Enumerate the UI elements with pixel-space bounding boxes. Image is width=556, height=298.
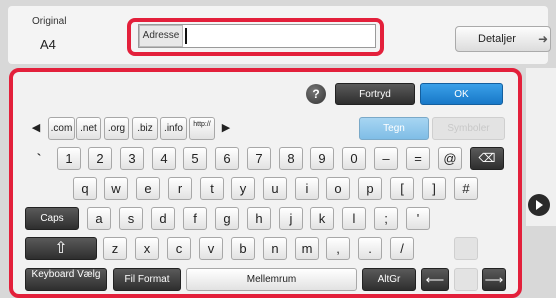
tab-symboler[interactable]: Symboler [432, 117, 505, 140]
key-domain-biz[interactable]: .biz [132, 117, 158, 140]
key-u[interactable]: u [263, 177, 287, 200]
cursor-up-key [454, 237, 478, 260]
file-format-button[interactable]: Fil Format [113, 268, 181, 291]
key-domain-info[interactable]: .info [160, 117, 187, 140]
key-i[interactable]: i [295, 177, 319, 200]
key-domain-net[interactable]: .net [76, 117, 101, 140]
key-1[interactable]: 1 [57, 147, 81, 170]
key-t[interactable]: t [200, 177, 224, 200]
scroll-left-icon[interactable]: ◀ [28, 118, 44, 141]
key-5[interactable]: 5 [183, 147, 207, 170]
shift-icon[interactable]: ⇧ [25, 237, 97, 260]
key-f[interactable]: f [183, 207, 207, 230]
key-g[interactable]: g [215, 207, 239, 230]
key-backtick[interactable]: ` [30, 148, 48, 171]
cursor-down-key [454, 268, 478, 291]
undo-button[interactable]: Fortryd [335, 83, 415, 105]
key-n[interactable]: n [263, 237, 287, 260]
key-c[interactable]: c [167, 237, 191, 260]
key-minus[interactable]: – [374, 147, 398, 170]
details-button[interactable]: Detaljer ➜ [455, 26, 551, 52]
scroll-right-icon[interactable]: ▶ [218, 118, 234, 141]
key-0[interactable]: 0 [342, 147, 366, 170]
key-6[interactable]: 6 [215, 147, 239, 170]
key-apostrophe[interactable]: ' [406, 207, 430, 230]
cursor-left-icon[interactable]: ⟵ [421, 268, 449, 291]
key-r[interactable]: r [168, 177, 192, 200]
key-at[interactable]: @ [438, 147, 462, 170]
key-p[interactable]: p [358, 177, 382, 200]
original-value[interactable]: A4 [40, 37, 56, 52]
key-k[interactable]: k [310, 207, 334, 230]
help-icon[interactable]: ? [306, 84, 326, 104]
key-d[interactable]: d [151, 207, 175, 230]
key-e[interactable]: e [136, 177, 160, 200]
key-2[interactable]: 2 [88, 147, 112, 170]
keyboard-select-button[interactable]: Keyboard Vælg [25, 268, 107, 291]
key-equals[interactable]: = [406, 147, 430, 170]
ok-button[interactable]: OK [420, 83, 503, 105]
right-side-panel-lower [526, 226, 556, 298]
key-domain-com[interactable]: .com [48, 117, 75, 140]
key-4[interactable]: 4 [152, 147, 176, 170]
backspace-icon[interactable]: ⌫ [470, 147, 504, 170]
arrow-right-icon: ➜ [538, 32, 549, 46]
next-page-icon[interactable] [528, 194, 550, 216]
key-o[interactable]: o [326, 177, 350, 200]
key-h[interactable]: h [247, 207, 271, 230]
altgr-button[interactable]: AltGr [362, 268, 416, 291]
details-label: Detaljer [478, 33, 516, 45]
address-highlight [127, 18, 384, 56]
key-domain-org[interactable]: .org [104, 117, 129, 140]
caps-button[interactable]: Caps [25, 207, 79, 230]
key-7[interactable]: 7 [247, 147, 271, 170]
key-j[interactable]: j [279, 207, 303, 230]
space-key[interactable]: Mellemrum [186, 268, 357, 291]
cursor-right-icon[interactable]: ⟶ [482, 268, 506, 291]
key-left-bracket[interactable]: [ [390, 177, 414, 200]
key-v[interactable]: v [199, 237, 223, 260]
key-q[interactable]: q [73, 177, 97, 200]
key-domain-http[interactable]: http:// [189, 117, 215, 140]
key-m[interactable]: m [295, 237, 319, 260]
key-b[interactable]: b [231, 237, 255, 260]
key-comma[interactable]: , [326, 237, 350, 260]
key-hash[interactable]: # [454, 177, 478, 200]
original-label: Original [32, 16, 67, 27]
key-period[interactable]: . [358, 237, 382, 260]
key-slash[interactable]: / [390, 237, 414, 260]
key-3[interactable]: 3 [120, 147, 144, 170]
key-l[interactable]: l [342, 207, 366, 230]
key-8[interactable]: 8 [279, 147, 303, 170]
key-y[interactable]: y [231, 177, 255, 200]
key-z[interactable]: z [103, 237, 127, 260]
key-w[interactable]: w [104, 177, 128, 200]
key-9[interactable]: 9 [310, 147, 334, 170]
key-a[interactable]: a [87, 207, 111, 230]
key-x[interactable]: x [135, 237, 159, 260]
key-right-bracket[interactable]: ] [422, 177, 446, 200]
key-semicolon[interactable]: ; [374, 207, 398, 230]
tab-tegn[interactable]: Tegn [359, 117, 429, 140]
key-s[interactable]: s [119, 207, 143, 230]
